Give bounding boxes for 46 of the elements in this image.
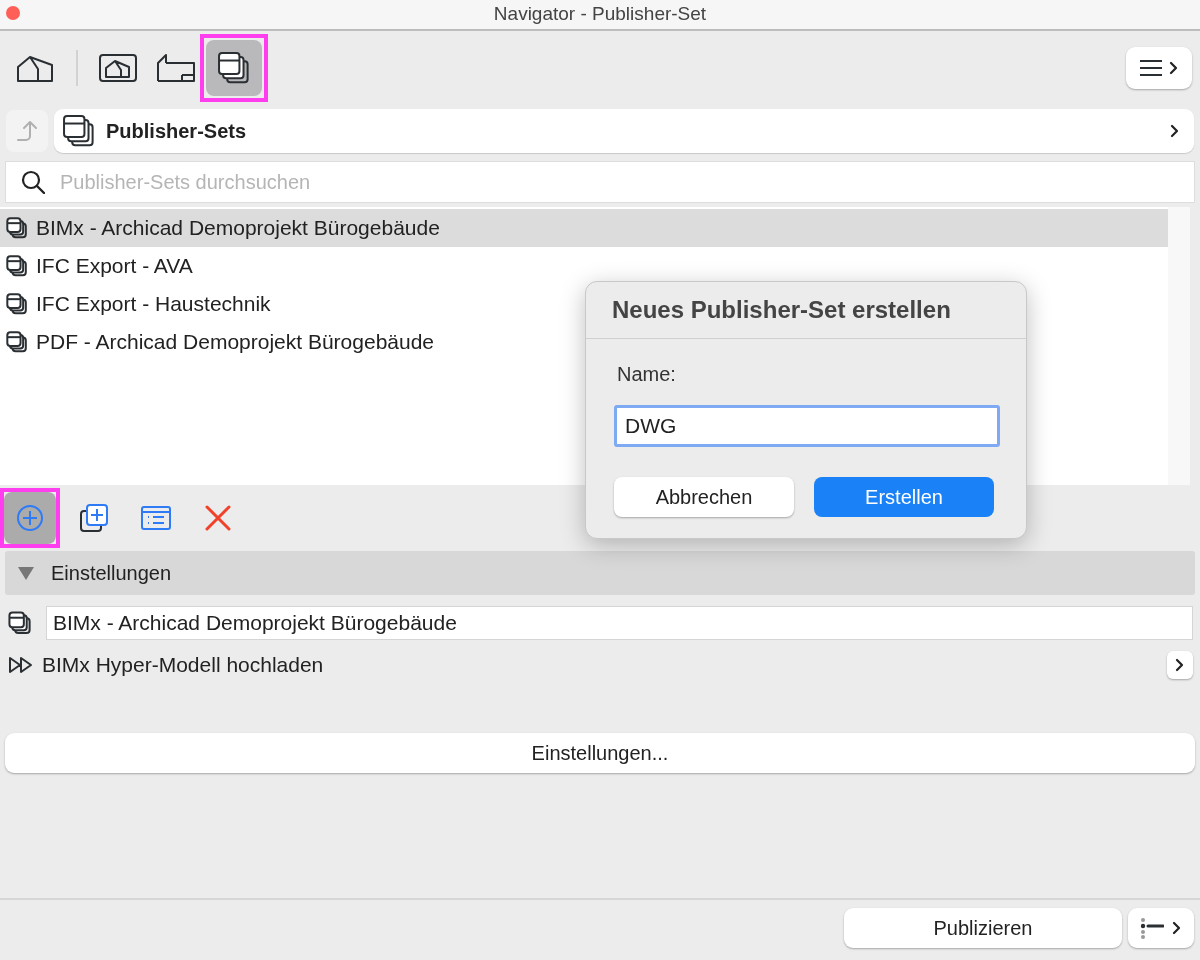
- list-item[interactable]: IFC Export - Haustechnik: [0, 285, 275, 323]
- list-item[interactable]: PDF - Archicad Demoprojekt Bürogebäude: [0, 323, 439, 361]
- dotted-list-icon: [1140, 917, 1164, 939]
- sheet-icon: [156, 53, 196, 83]
- settings-button[interactable]: Einstellungen...: [5, 733, 1195, 773]
- stacked-pages-icon: [6, 293, 28, 315]
- duplicate-icon: [79, 503, 109, 533]
- publish-options-button[interactable]: [1128, 908, 1194, 948]
- delete-icon: [204, 504, 232, 532]
- stacked-pages-icon: [6, 255, 28, 277]
- fast-forward-icon: [8, 656, 34, 674]
- format-options-button[interactable]: [1167, 651, 1193, 679]
- list-item[interactable]: IFC Export - AVA: [0, 247, 197, 285]
- search-field[interactable]: Publisher-Sets durchsuchen: [5, 161, 1195, 203]
- view-tab[interactable]: [206, 40, 262, 96]
- chevron-right-icon: [1169, 61, 1179, 75]
- stacked-pages-icon: [6, 331, 28, 353]
- triangle-down-icon: [17, 564, 35, 582]
- name-field[interactable]: BIMx - Archicad Demoprojekt Bürogebäude: [46, 606, 1193, 640]
- dialog-title: Neues Publisher-Set erstellen: [612, 295, 951, 325]
- menu-icon: [1139, 59, 1163, 77]
- list-icon: [141, 506, 171, 530]
- stacked-pages-icon: [62, 114, 96, 148]
- name-field[interactable]: DWG: [614, 405, 1000, 447]
- house-icon: [16, 53, 56, 83]
- chevron-right-icon: [1172, 921, 1182, 935]
- publish-button[interactable]: Publizieren: [844, 908, 1122, 948]
- stacked-pages-icon: [8, 611, 32, 635]
- name-label: Name:: [616, 362, 677, 387]
- window-title: Navigator - Publisher-Set: [493, 2, 707, 27]
- up-arrow-icon: [16, 120, 38, 142]
- close-window-button[interactable]: [6, 6, 20, 20]
- path-bar[interactable]: Publisher-Sets: [54, 109, 1194, 153]
- list-item[interactable]: BIMx - Archicad Demoprojekt Bürogebäude: [0, 209, 1168, 247]
- cancel-button[interactable]: Abbrechen: [614, 477, 794, 517]
- stacked-pages-icon: [6, 217, 28, 239]
- chevron-right-icon: [1175, 658, 1185, 672]
- publish-format: BIMx Hyper-Modell hochladen: [42, 652, 325, 679]
- search-icon: [21, 170, 45, 194]
- create-button[interactable]: Erstellen: [814, 477, 994, 517]
- settings-header[interactable]: Einstellungen: [5, 551, 1195, 595]
- framed-house-icon: [98, 53, 138, 83]
- plus-circle-icon: [16, 504, 44, 532]
- chevron-right-icon: [1170, 124, 1180, 138]
- stacked-pages-icon: [217, 51, 251, 85]
- menu-button[interactable]: [1126, 47, 1192, 89]
